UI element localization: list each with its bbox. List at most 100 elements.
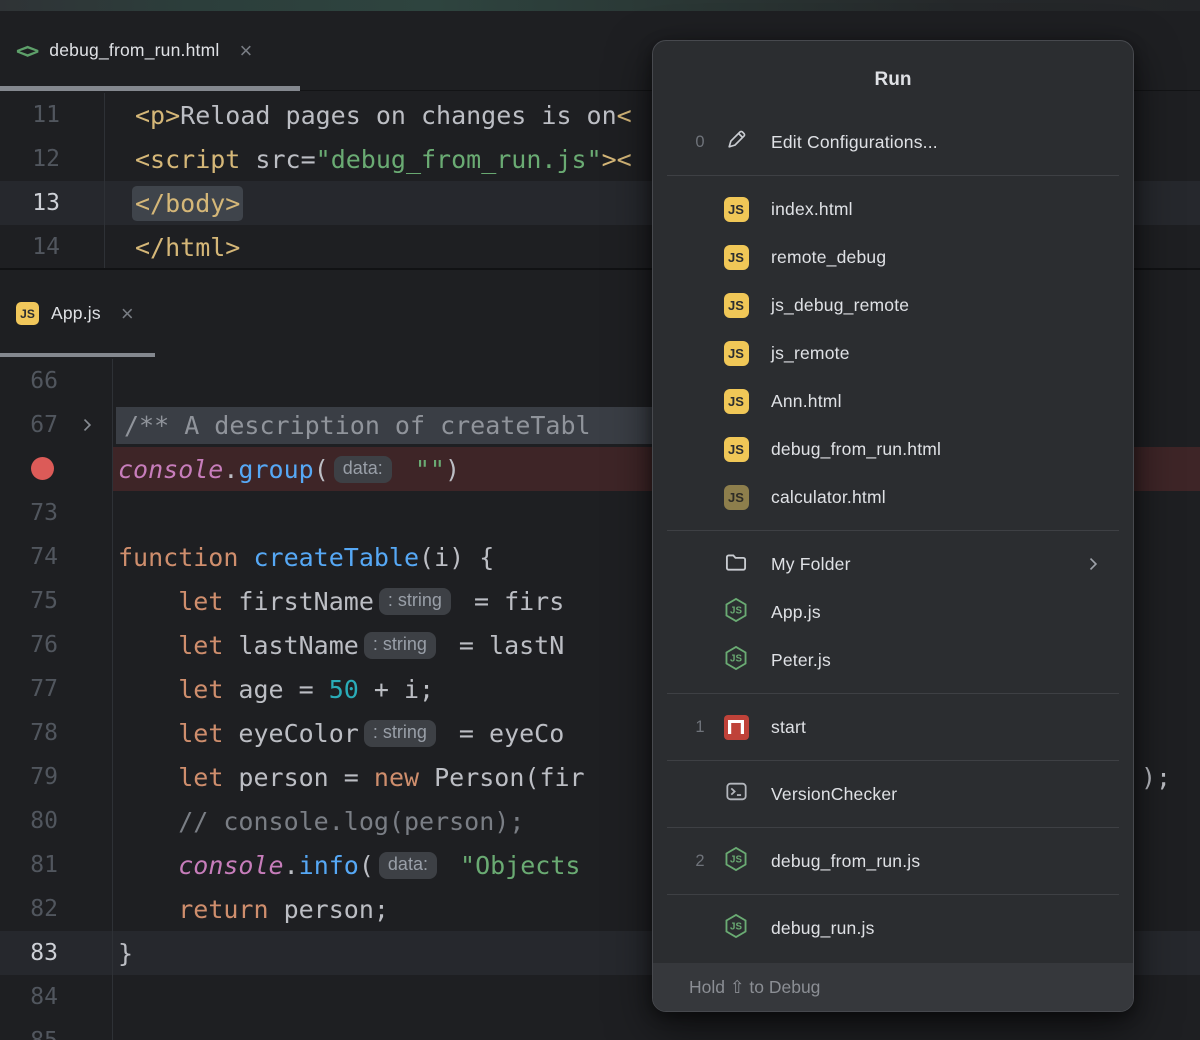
code-token xyxy=(445,851,460,880)
icon-slot: JS xyxy=(723,244,749,270)
run-config-label: remote_debug xyxy=(771,247,886,268)
terminal-icon xyxy=(724,779,749,809)
chevron-right-icon xyxy=(1083,554,1103,574)
code-token: eyeColor xyxy=(223,719,358,748)
line-number: 74 xyxy=(0,544,62,570)
code-token: person = xyxy=(223,763,374,792)
code-token: let xyxy=(178,675,223,704)
code-text[interactable] xyxy=(113,1019,1200,1040)
icon-slot xyxy=(723,551,749,577)
close-icon[interactable]: × xyxy=(121,303,134,325)
code-token: return xyxy=(178,895,268,924)
gutter: 82 xyxy=(0,887,113,931)
gutter: 67 xyxy=(0,403,113,447)
run-config-label: debug_run.js xyxy=(771,918,875,939)
code-token: age = xyxy=(223,675,328,704)
line-number: 85 xyxy=(0,1028,62,1040)
run-config-remote-debug[interactable]: JS remote_debug xyxy=(653,233,1133,281)
menu-separator xyxy=(653,751,1133,770)
run-config-label: debug_from_run.js xyxy=(771,851,920,872)
gutter-slot xyxy=(62,447,112,491)
run-config-debug-from-run-html[interactable]: JSdebug_from_run.html xyxy=(653,425,1133,473)
gutter: 14 xyxy=(0,225,105,269)
nodejs-icon: JS xyxy=(723,645,749,676)
gutter: 76 xyxy=(0,623,113,667)
js-file-icon: JS xyxy=(16,302,39,325)
run-config-debug-from-run-js[interactable]: 2JSdebug_from_run.js xyxy=(653,837,1133,885)
gutter: 79 xyxy=(0,755,113,799)
code-token: . xyxy=(223,455,238,484)
inlay-hint: : string xyxy=(364,720,436,747)
gutter: 78 xyxy=(0,711,113,755)
gutter: 73 xyxy=(0,491,113,535)
run-config-versionchecker[interactable]: VersionChecker xyxy=(653,770,1133,818)
run-config-my-folder[interactable]: My Folder xyxy=(653,540,1133,588)
icon-slot: JS xyxy=(723,340,749,366)
icon-slot: JS xyxy=(723,292,749,318)
code-token xyxy=(118,719,178,748)
icon-slot xyxy=(723,781,749,807)
code-token: group xyxy=(238,455,313,484)
separator-line xyxy=(667,693,1119,694)
line-number: 77 xyxy=(0,676,62,702)
run-config-debug-run-js[interactable]: JSdebug_run.js xyxy=(653,904,1133,952)
gutter-slot xyxy=(62,667,112,711)
code-token: console xyxy=(178,851,283,880)
run-config-index-html[interactable]: JSindex.html xyxy=(653,185,1133,233)
run-config-js-debug-remote[interactable]: JSjs_debug_remote xyxy=(653,281,1133,329)
pencil-icon xyxy=(724,127,749,157)
js-file-icon: JS xyxy=(724,245,749,270)
gutter: 81 xyxy=(0,843,113,887)
gutter-slot xyxy=(62,799,112,843)
inlay-hint: data: xyxy=(334,456,392,483)
gutter-slot xyxy=(62,887,112,931)
code-token: "debug_from_run.js" xyxy=(316,145,602,174)
run-config-calculator-html[interactable]: JScalculator.html xyxy=(653,473,1133,521)
code-token xyxy=(400,455,415,484)
run-popup-title: Run xyxy=(653,41,1133,118)
separator-line xyxy=(667,760,1119,761)
line-number: 75 xyxy=(0,588,62,614)
code-token: >< xyxy=(602,145,632,174)
gutter-slot xyxy=(62,711,112,755)
line-number: 80 xyxy=(0,808,62,834)
run-config-peter-js[interactable]: JSPeter.js xyxy=(653,636,1133,684)
code-token xyxy=(118,895,178,924)
tab-label: App.js xyxy=(51,303,101,324)
separator-line xyxy=(667,530,1119,531)
breakpoint-icon[interactable] xyxy=(31,457,54,480)
tab-debug-from-run-html[interactable]: <> debug_from_run.html × xyxy=(0,11,264,90)
code-token: lastName xyxy=(223,631,358,660)
inlay-hint: : string xyxy=(364,632,436,659)
gutter: 11 xyxy=(0,93,105,137)
run-config-app-js[interactable]: JSApp.js xyxy=(653,588,1133,636)
icon-slot: JS xyxy=(723,599,749,625)
run-config-ann-html[interactable]: JS Ann.html xyxy=(653,377,1133,425)
svg-text:JS: JS xyxy=(730,653,742,664)
js-file-icon: JS xyxy=(724,197,749,222)
icon-slot: JS xyxy=(723,196,749,222)
js-file-icon: JS xyxy=(724,341,749,366)
icon-slot: JS xyxy=(723,388,749,414)
code-token: function xyxy=(118,543,253,572)
run-config-js-remote[interactable]: JSjs_remote xyxy=(653,329,1133,377)
code-token: let xyxy=(178,763,223,792)
gutter: 74 xyxy=(0,535,113,579)
run-config-label: calculator.html xyxy=(771,487,886,508)
run-config-start[interactable]: 1start xyxy=(653,703,1133,751)
close-icon[interactable]: × xyxy=(239,40,252,62)
separator-line xyxy=(667,894,1119,895)
run-config-label: Ann.html xyxy=(771,391,842,412)
fold-chevron-icon[interactable] xyxy=(62,403,112,447)
tab-app-js[interactable]: JS App.js × xyxy=(0,270,146,357)
line-number: 78 xyxy=(0,720,62,746)
run-config-edit-configurations[interactable]: 0Edit Configurations... xyxy=(653,118,1133,166)
code-token xyxy=(118,851,178,880)
folder-icon xyxy=(723,549,749,580)
menu-separator xyxy=(653,166,1133,185)
line-number: 83 xyxy=(0,940,62,966)
gutter-slot xyxy=(62,843,112,887)
line-number: 67 xyxy=(0,412,62,438)
code-token: Person(fir xyxy=(419,763,585,792)
nodejs-icon: JS xyxy=(723,846,749,877)
